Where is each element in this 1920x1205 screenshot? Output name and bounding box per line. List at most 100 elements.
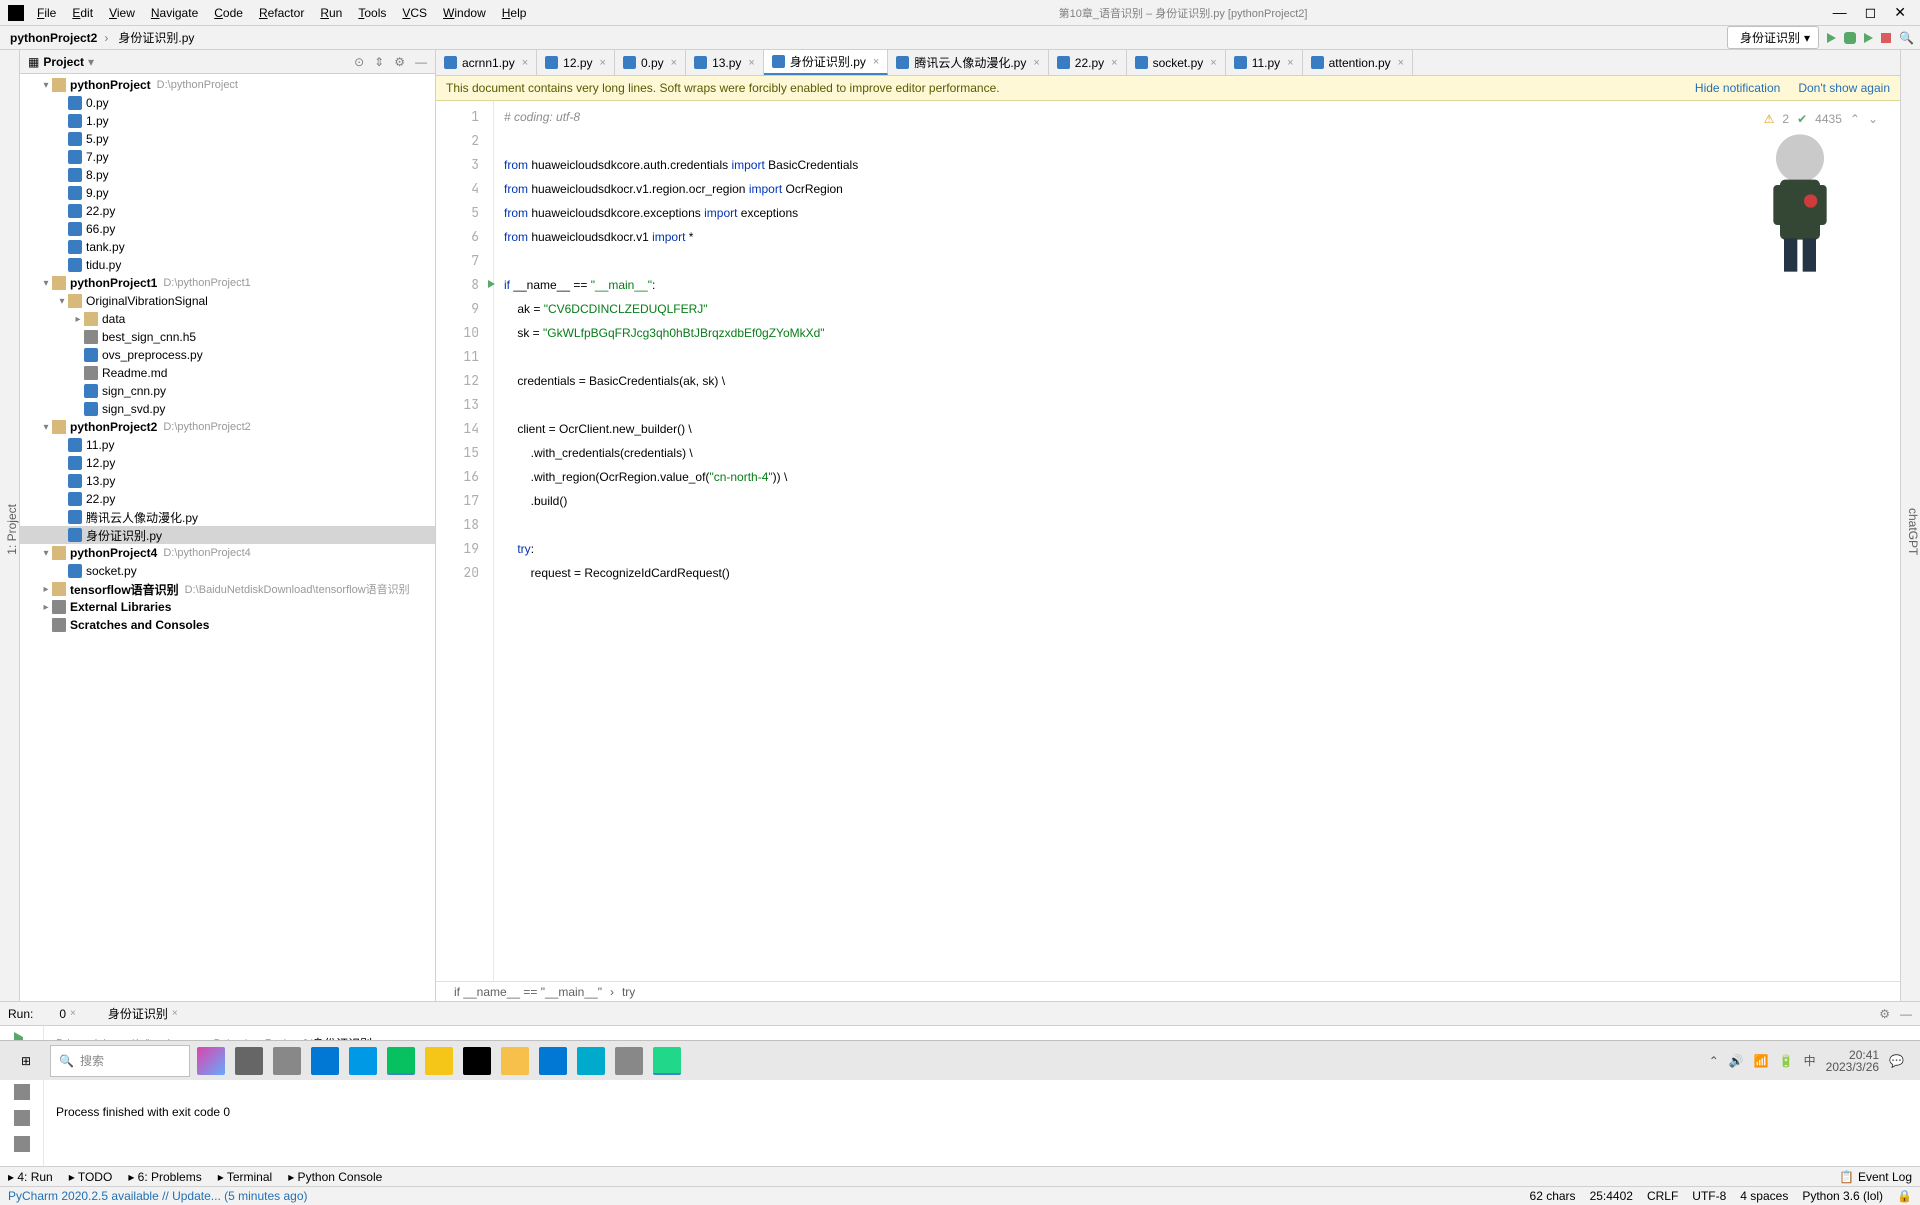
status-message[interactable]: PyCharm 2020.2.5 available // Update... … (8, 1189, 308, 1203)
editor-tab[interactable]: attention.py× (1303, 50, 1413, 75)
code-line[interactable]: client = OcrClient.new_builder() \ (504, 417, 1900, 441)
tree-item[interactable]: tank.py (20, 238, 435, 256)
code-line[interactable]: .with_region(OcrRegion.value_of("cn-nort… (504, 465, 1900, 489)
notification-icon[interactable]: 💬 (1889, 1054, 1904, 1068)
close-tab-icon[interactable]: × (1287, 57, 1293, 69)
sound-icon[interactable]: 🔊 (1729, 1054, 1744, 1068)
editor-tab[interactable]: 12.py× (537, 50, 615, 75)
breadcrumb-project[interactable]: pythonProject2 (6, 29, 101, 47)
taskview-icon[interactable] (235, 1047, 263, 1075)
code-line[interactable]: if __name__ == "__main__": (504, 273, 1900, 297)
taskbar-app-icon[interactable] (273, 1047, 301, 1075)
menu-view[interactable]: View (102, 3, 142, 23)
close-icon[interactable]: ✕ (1894, 4, 1906, 21)
code-content[interactable]: ⚠2 ✔4435 ⌃ ⌄ # coding: utf-8from huaweic… (494, 101, 1900, 981)
tree-item[interactable]: ovs_preprocess.py (20, 346, 435, 364)
tree-item[interactable]: ▾pythonProject1D:\pythonProject1 (20, 274, 435, 292)
code-line[interactable]: from huaweicloudsdkocr.v1 import * (504, 225, 1900, 249)
tree-item[interactable]: ▸data (20, 310, 435, 328)
stop-button[interactable] (1881, 33, 1891, 43)
debug-button[interactable] (1844, 32, 1856, 44)
system-tray[interactable]: ⌃ 🔊 📶 🔋 中 20:412023/3/26 💬 (1709, 1049, 1914, 1073)
tree-item[interactable]: 8.py (20, 166, 435, 184)
chevron-down-icon[interactable]: ▾ (88, 55, 94, 69)
editor-tab[interactable]: 0.py× (615, 50, 686, 75)
search-icon[interactable]: 🔍 (1899, 31, 1914, 45)
code-line[interactable] (504, 393, 1900, 417)
chatgpt-tool-button[interactable]: chatGPT (1901, 508, 1920, 555)
code-line[interactable]: request = RecognizeIdCardRequest() (504, 561, 1900, 585)
bottom-tab[interactable]: ▸ Terminal (218, 1170, 273, 1184)
code-line[interactable]: ak = "CV6DCDINCLZEDUQLFERJ" (504, 297, 1900, 321)
tree-item[interactable]: Readme.md (20, 364, 435, 382)
start-button[interactable]: ⊞ (6, 1045, 46, 1077)
menu-code[interactable]: Code (207, 3, 250, 23)
tree-item[interactable]: ▾OriginalVibrationSignal (20, 292, 435, 310)
tree-item[interactable]: 9.py (20, 184, 435, 202)
tree-item[interactable]: 7.py (20, 148, 435, 166)
battery-icon[interactable]: 🔋 (1779, 1054, 1794, 1068)
tree-item[interactable]: 腾讯云人像动漫化.py (20, 508, 435, 526)
breadcrumb-file[interactable]: 身份证识别.py (111, 27, 198, 48)
close-tab-icon[interactable]: × (1398, 57, 1404, 69)
wechat-icon[interactable] (387, 1047, 415, 1075)
status-line-separator[interactable]: CRLF (1647, 1189, 1678, 1203)
dont-show-again-link[interactable]: Don't show again (1798, 81, 1890, 95)
project-tool-button[interactable]: 1: Project (5, 504, 19, 555)
bottom-tab[interactable]: ▸ Python Console (288, 1170, 382, 1184)
status-interpreter[interactable]: Python 3.6 (lol) (1802, 1189, 1883, 1203)
project-tree[interactable]: ▾pythonProjectD:\pythonProject0.py1.py5.… (20, 74, 435, 1001)
tree-item[interactable]: 11.py (20, 436, 435, 454)
close-tab-icon[interactable]: × (873, 56, 879, 68)
code-line[interactable]: from huaweicloudsdkcore.auth.credentials… (504, 153, 1900, 177)
tree-item[interactable]: ▾pythonProjectD:\pythonProject (20, 76, 435, 94)
taskbar-clock[interactable]: 20:412023/3/26 (1826, 1049, 1879, 1073)
scroll-icon[interactable] (14, 1084, 30, 1100)
code-line[interactable]: # coding: utf-8 (504, 105, 1900, 129)
code-line[interactable]: try: (504, 537, 1900, 561)
hide-icon[interactable]: — (1900, 1007, 1912, 1021)
run-config-dropdown[interactable]: 身份证识别 ▾ (1727, 26, 1819, 49)
close-tab-icon[interactable]: × (1033, 57, 1039, 69)
wifi-icon[interactable]: 📶 (1754, 1054, 1769, 1068)
trash-icon[interactable] (14, 1136, 30, 1152)
tree-item[interactable]: tidu.py (20, 256, 435, 274)
tree-item[interactable]: ▾pythonProject2D:\pythonProject2 (20, 418, 435, 436)
tree-item[interactable]: sign_svd.py (20, 400, 435, 418)
editor-tab[interactable]: 腾讯云人像动漫化.py× (888, 50, 1048, 75)
print-icon[interactable] (14, 1110, 30, 1126)
taskbar-app-icon[interactable] (425, 1047, 453, 1075)
code-line[interactable]: .with_credentials(credentials) \ (504, 441, 1900, 465)
menu-file[interactable]: File (30, 3, 63, 23)
hide-icon[interactable]: — (415, 55, 427, 69)
tree-item[interactable]: 13.py (20, 472, 435, 490)
run-coverage-button[interactable] (1864, 33, 1873, 43)
locate-icon[interactable]: ⊙ (354, 55, 364, 69)
gear-icon[interactable]: ⚙ (1879, 1007, 1890, 1021)
store-icon[interactable] (311, 1047, 339, 1075)
taskbar-search[interactable]: 🔍 搜索 (50, 1045, 190, 1077)
tree-item[interactable]: 1.py (20, 112, 435, 130)
tree-item[interactable]: ▸tensorflow语音识别D:\BaiduNetdiskDownload\t… (20, 580, 435, 598)
code-editor[interactable]: 1234567891011121314151617181920 ⚠2 ✔4435… (436, 101, 1900, 981)
tree-item[interactable]: Scratches and Consoles (20, 616, 435, 634)
close-tab-icon[interactable]: × (1111, 57, 1117, 69)
run-tab-current[interactable]: 身份证识别× (98, 1003, 184, 1024)
editor-tab[interactable]: 身份证识别.py× (764, 50, 888, 75)
hide-notification-link[interactable]: Hide notification (1695, 81, 1780, 95)
run-button[interactable] (1827, 33, 1836, 43)
tray-chevron-icon[interactable]: ⌃ (1709, 1054, 1719, 1068)
close-tab-icon[interactable]: × (671, 57, 677, 69)
close-tab-icon[interactable]: × (522, 57, 528, 69)
tree-item[interactable]: 12.py (20, 454, 435, 472)
code-line[interactable]: sk = "GkWLfpBGqFRJcg3qh0hBtJBrqzxdbEf0gZ… (504, 321, 1900, 345)
tree-item[interactable]: 22.py (20, 490, 435, 508)
tree-item[interactable]: 22.py (20, 202, 435, 220)
tree-item[interactable]: ▾pythonProject4D:\pythonProject4 (20, 544, 435, 562)
bottom-tab[interactable]: ▸ 4: Run (8, 1170, 53, 1184)
menu-help[interactable]: Help (495, 3, 534, 23)
tree-item[interactable]: 身份证识别.py (20, 526, 435, 544)
menu-tools[interactable]: Tools (351, 3, 393, 23)
tree-item[interactable]: best_sign_cnn.h5 (20, 328, 435, 346)
bottom-tab[interactable]: ▸ TODO (69, 1170, 113, 1184)
